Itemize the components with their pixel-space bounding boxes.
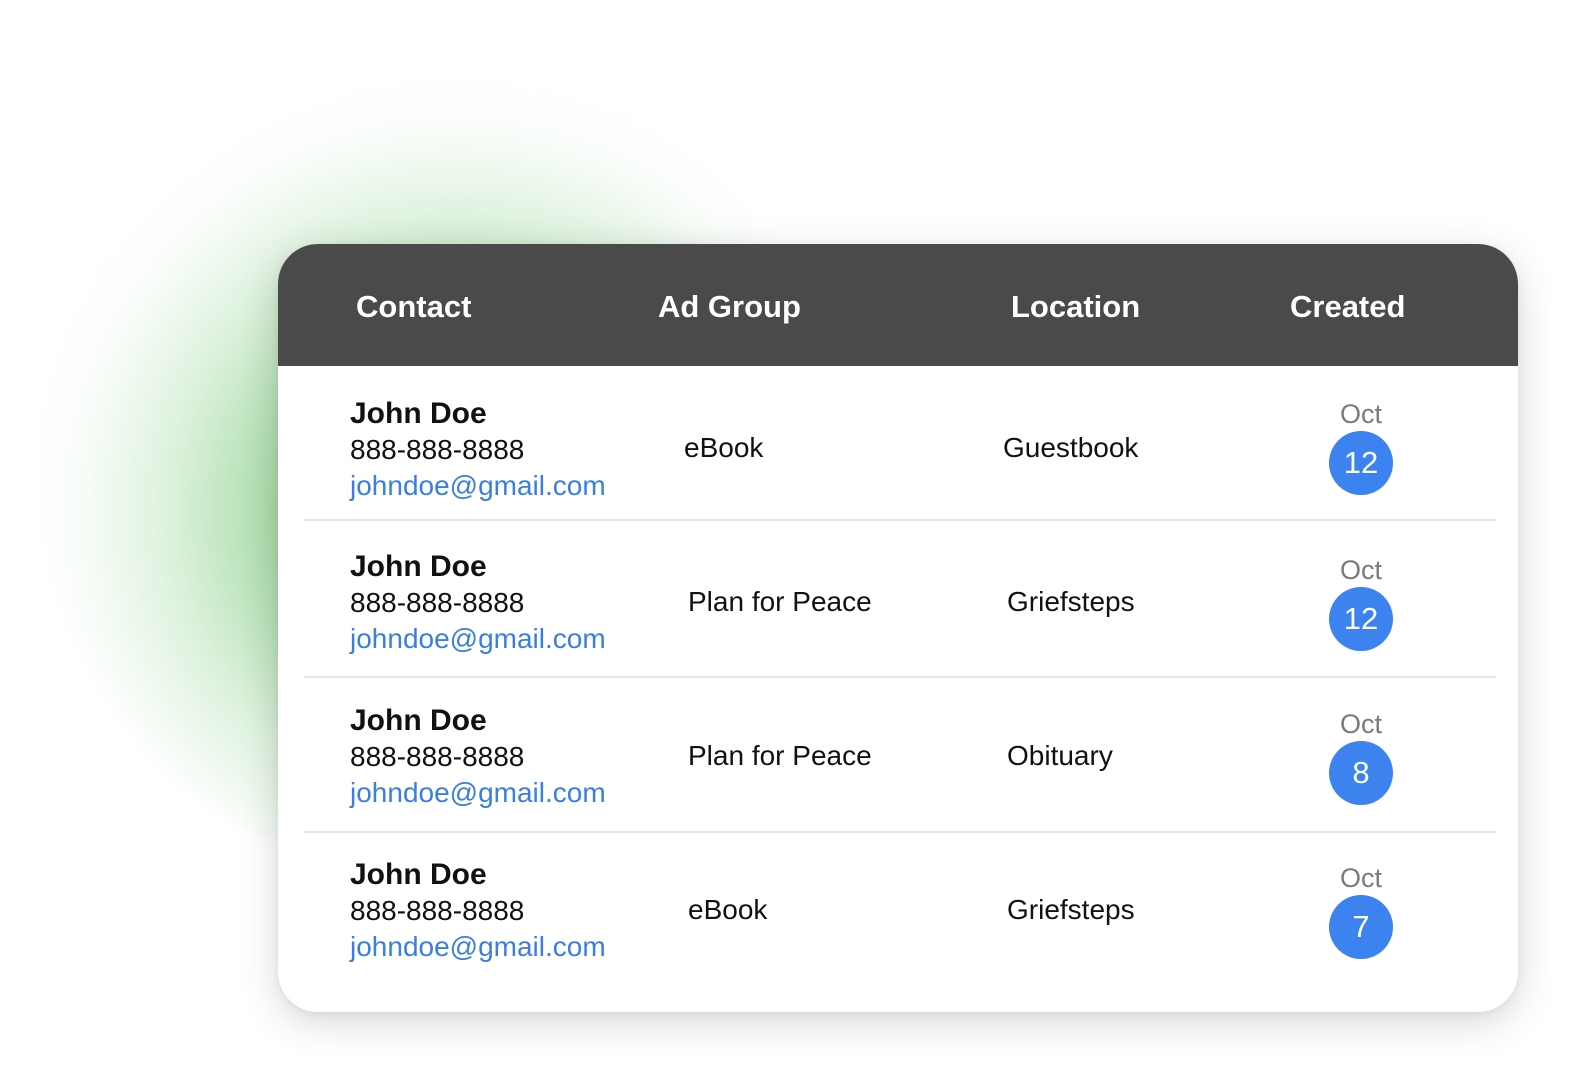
created-date: Oct 7 bbox=[1329, 863, 1393, 959]
created-day-badge: 12 bbox=[1329, 587, 1393, 651]
contact-email-link[interactable]: johndoe@gmail.com bbox=[350, 621, 650, 657]
contact-phone: 888-888-8888 bbox=[350, 741, 525, 772]
created-date: Oct 12 bbox=[1329, 399, 1393, 495]
created-month: Oct bbox=[1339, 555, 1382, 585]
contacts-table-card: Contact Ad Group Location Created John D… bbox=[278, 244, 1518, 1012]
ad-group-cell: Plan for Peace bbox=[688, 740, 872, 771]
location-cell: Guestbook bbox=[1003, 432, 1139, 463]
table-row[interactable]: John Doe 888-888-8888 johndoe@gmail.com … bbox=[278, 523, 1518, 678]
contact-cell: John Doe 888-888-8888 johndoe@gmail.com bbox=[350, 857, 650, 965]
contact-phone: 888-888-8888 bbox=[350, 434, 525, 465]
column-header-ad-group[interactable]: Ad Group bbox=[658, 244, 801, 366]
contact-email-link[interactable]: johndoe@gmail.com bbox=[350, 929, 650, 965]
column-header-contact[interactable]: Contact bbox=[356, 244, 471, 366]
location-cell: Obituary bbox=[1007, 740, 1113, 771]
table-row[interactable]: John Doe 888-888-8888 johndoe@gmail.com … bbox=[278, 833, 1518, 988]
contact-email-link[interactable]: johndoe@gmail.com bbox=[350, 775, 650, 811]
created-day-badge: 8 bbox=[1329, 741, 1393, 805]
location-cell: Griefsteps bbox=[1007, 894, 1135, 925]
row-divider bbox=[304, 519, 1496, 521]
table-header: Contact Ad Group Location Created bbox=[278, 244, 1518, 366]
contact-phone: 888-888-8888 bbox=[350, 587, 525, 618]
contact-cell: John Doe 888-888-8888 johndoe@gmail.com bbox=[350, 396, 650, 504]
contact-phone: 888-888-8888 bbox=[350, 895, 525, 926]
location-cell: Griefsteps bbox=[1007, 586, 1135, 617]
ad-group-cell: eBook bbox=[684, 432, 764, 463]
created-day-badge: 7 bbox=[1329, 895, 1393, 959]
column-header-location[interactable]: Location bbox=[1011, 244, 1140, 366]
created-month: Oct bbox=[1339, 399, 1382, 429]
created-day-badge: 12 bbox=[1329, 431, 1393, 495]
contact-cell: John Doe 888-888-8888 johndoe@gmail.com bbox=[350, 703, 650, 811]
contact-name: John Doe bbox=[350, 397, 487, 430]
ad-group-cell: Plan for Peace bbox=[688, 586, 872, 617]
table-row[interactable]: John Doe 888-888-8888 johndoe@gmail.com … bbox=[278, 366, 1518, 521]
created-month: Oct bbox=[1339, 863, 1382, 893]
table-row[interactable]: John Doe 888-888-8888 johndoe@gmail.com … bbox=[278, 678, 1518, 833]
contact-name: John Doe bbox=[350, 550, 487, 583]
ad-group-cell: eBook bbox=[688, 894, 768, 925]
column-header-created[interactable]: Created bbox=[1290, 244, 1405, 366]
created-date: Oct 8 bbox=[1329, 709, 1393, 805]
contact-name: John Doe bbox=[350, 704, 487, 737]
contact-name: John Doe bbox=[350, 858, 487, 891]
created-month: Oct bbox=[1339, 709, 1382, 739]
contact-cell: John Doe 888-888-8888 johndoe@gmail.com bbox=[350, 549, 650, 657]
created-date: Oct 12 bbox=[1329, 555, 1393, 651]
contact-email-link[interactable]: johndoe@gmail.com bbox=[350, 468, 650, 504]
